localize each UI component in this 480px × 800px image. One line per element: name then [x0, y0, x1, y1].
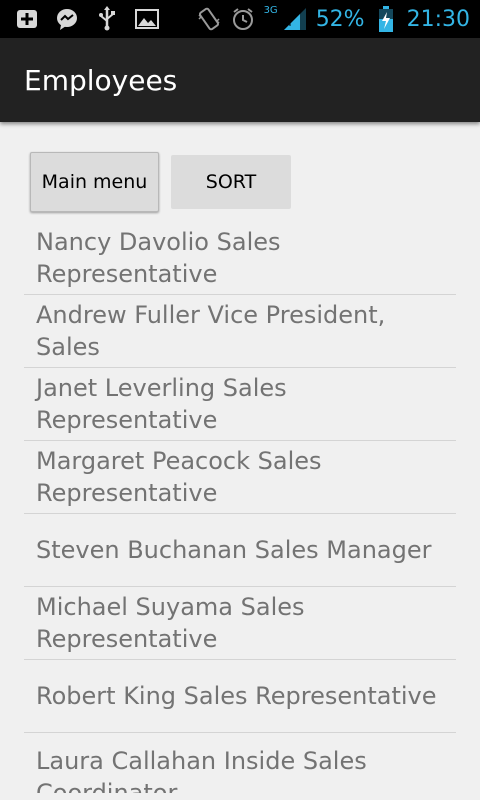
list-item[interactable]: Steven Buchanan Sales Manager: [24, 514, 456, 587]
action-bar: Employees: [0, 38, 480, 122]
image-icon: [134, 6, 160, 32]
list-item-label: Margaret Peacock Sales Representative: [36, 447, 322, 507]
list-item-label: Andrew Fuller Vice President, Sales: [36, 301, 386, 361]
list-item-label: Janet Leverling Sales Representative: [36, 374, 287, 434]
list-item[interactable]: Robert King Sales Representative: [24, 660, 456, 733]
list-item[interactable]: Janet Leverling Sales Representative: [24, 368, 456, 441]
add-icon: [14, 6, 40, 32]
vibrate-icon: [196, 6, 222, 32]
list-item-label: Michael Suyama Sales Representative: [36, 593, 305, 653]
list-item[interactable]: Nancy Davolio Sales Representative: [24, 222, 456, 295]
employee-list: Nancy Davolio Sales Representative Andre…: [24, 222, 456, 793]
list-item-label: Robert King Sales Representative: [36, 682, 437, 710]
list-item-label: Nancy Davolio Sales Representative: [36, 228, 281, 288]
list-item[interactable]: Margaret Peacock Sales Representative: [24, 441, 456, 514]
usb-icon: [94, 6, 120, 32]
list-item[interactable]: Michael Suyama Sales Representative: [24, 587, 456, 660]
battery-percentage: 52%: [315, 6, 365, 32]
network-type-label: 3G: [263, 4, 278, 16]
status-bar: 3G 52% 21:30: [0, 0, 480, 38]
main-menu-button[interactable]: Main menu: [30, 152, 159, 212]
list-item-label: Laura Callahan Inside Sales Coordinator: [36, 747, 367, 793]
clock: 21:30: [406, 6, 470, 32]
signal-icon: [282, 6, 308, 32]
page-title: Employees: [24, 63, 178, 97]
sort-button[interactable]: SORT: [171, 155, 291, 209]
list-item[interactable]: Andrew Fuller Vice President, Sales: [24, 295, 456, 368]
battery-icon: [373, 6, 399, 32]
list-item[interactable]: Laura Callahan Inside Sales Coordinator: [24, 733, 456, 793]
messenger-icon: [54, 6, 80, 32]
list-item-label: Steven Buchanan Sales Manager: [36, 536, 432, 564]
alarm-icon: [230, 6, 256, 32]
